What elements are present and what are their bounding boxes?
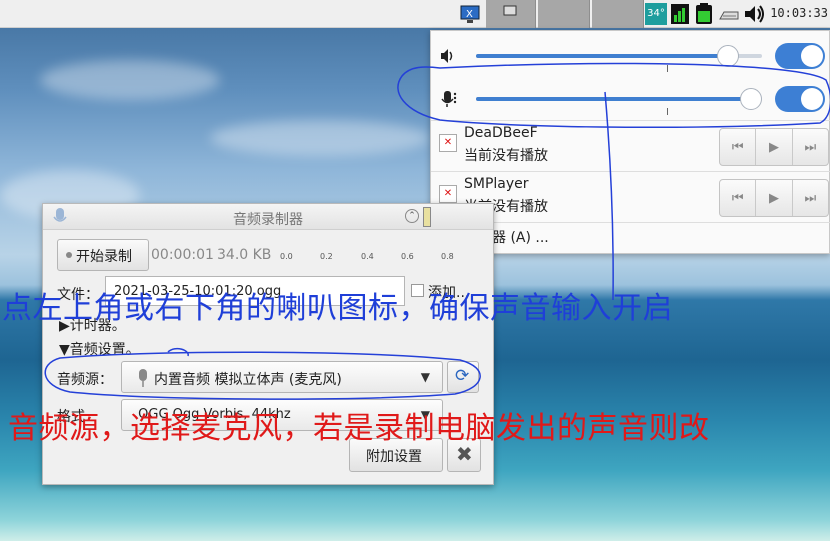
start-recording-button[interactable]: 开始录制 xyxy=(57,239,149,271)
player-name: SMPlayer xyxy=(464,176,529,192)
play-icon[interactable]: ▶ xyxy=(756,180,793,216)
level-scale-label: 0.4 xyxy=(361,252,374,261)
player-deadbeef: ✕ DeaDBeeF 当前没有播放 ⏮ ▶ ⏭ xyxy=(431,120,830,171)
minimize-icon[interactable]: ⌃ xyxy=(405,209,419,223)
window-edge xyxy=(423,207,431,227)
level-scale-label: 0.2 xyxy=(320,252,333,261)
player-app-icon: ✕ xyxy=(439,185,457,203)
speaker-icon xyxy=(439,47,457,65)
next-icon[interactable]: ⏭ xyxy=(793,180,828,216)
chevron-down-icon: ▼ xyxy=(420,370,430,384)
player-controls: ⏮ ▶ ⏭ xyxy=(719,128,829,166)
record-icon xyxy=(66,252,72,258)
start-recording-label: 开始录制 xyxy=(76,249,132,265)
input-volume-slider[interactable] xyxy=(476,97,762,101)
monitor-icon[interactable]: X xyxy=(459,3,481,25)
speaker-icon[interactable] xyxy=(742,3,766,25)
output-toggle[interactable] xyxy=(775,43,825,69)
input-volume-row xyxy=(431,76,830,120)
previous-icon[interactable]: ⏮ xyxy=(720,129,757,165)
title-bar[interactable]: 音频录制器 ⌃ xyxy=(43,204,493,230)
annotation-text-blue: 点左上角或右下角的喇叭图标，确保声音输入开启 xyxy=(2,291,673,326)
file-size: 34.0 KB xyxy=(217,247,272,263)
player-controls: ⏮ ▶ ⏭ xyxy=(719,179,829,217)
source-label: 音频源： xyxy=(57,372,113,388)
svg-text:X: X xyxy=(466,9,473,20)
play-icon[interactable]: ▶ xyxy=(756,129,793,165)
cloud xyxy=(40,60,220,100)
level-scale-label: 0.6 xyxy=(401,252,414,261)
input-toggle[interactable] xyxy=(775,86,825,112)
toggle-knob xyxy=(801,88,823,110)
microphone-icon xyxy=(439,90,457,108)
microphone-icon xyxy=(136,368,150,392)
extra-settings-label: 附加设置 xyxy=(366,449,422,465)
refresh-button[interactable]: ⟳ xyxy=(447,361,479,393)
refresh-icon: ⟳ xyxy=(455,366,470,386)
toggle-knob xyxy=(801,45,823,67)
taskbar-button[interactable] xyxy=(538,0,590,28)
audio-settings-section-toggle[interactable]: ▼音频设置。 xyxy=(59,339,140,359)
cpu-icon xyxy=(670,3,690,25)
output-volume-fill xyxy=(476,54,728,58)
level-scale-label: 0.8 xyxy=(441,252,454,261)
annotation-text-red: 音频源，选择麦克风，若是录制电脑发出的声音则改 xyxy=(8,411,710,446)
top-panel: X 34° 10:03:33 xyxy=(0,0,830,28)
previous-icon[interactable]: ⏮ xyxy=(720,180,757,216)
audio-settings-label: 音频设置。 xyxy=(69,342,140,358)
source-select[interactable]: 内置音频 模拟立体声 (麦克风) ▼ xyxy=(121,361,443,393)
volume-tick xyxy=(667,65,668,72)
volume-tick xyxy=(667,108,668,115)
input-volume-fill xyxy=(476,97,751,101)
player-name: DeaDBeeF xyxy=(464,125,538,141)
temperature-icon: 34° xyxy=(645,3,667,25)
battery-icon xyxy=(694,3,714,25)
clock[interactable]: 10:03:33 xyxy=(770,6,828,20)
player-app-icon: ✕ xyxy=(439,134,457,152)
output-volume-thumb[interactable] xyxy=(717,45,739,67)
cloud xyxy=(210,120,430,156)
level-scale-label: 0.0 xyxy=(280,252,293,261)
keyboard-icon[interactable] xyxy=(718,3,740,25)
next-icon[interactable]: ⏭ xyxy=(793,129,828,165)
source-value: 内置音频 模拟立体声 (麦克风) xyxy=(154,372,342,388)
player-status: 当前没有播放 xyxy=(464,148,548,164)
taskbar-button[interactable] xyxy=(592,0,644,28)
taskbar-button[interactable] xyxy=(486,0,536,28)
input-volume-thumb[interactable] xyxy=(740,88,762,110)
output-volume-row xyxy=(431,33,830,77)
elapsed-time: 00:00:01 xyxy=(151,247,214,263)
